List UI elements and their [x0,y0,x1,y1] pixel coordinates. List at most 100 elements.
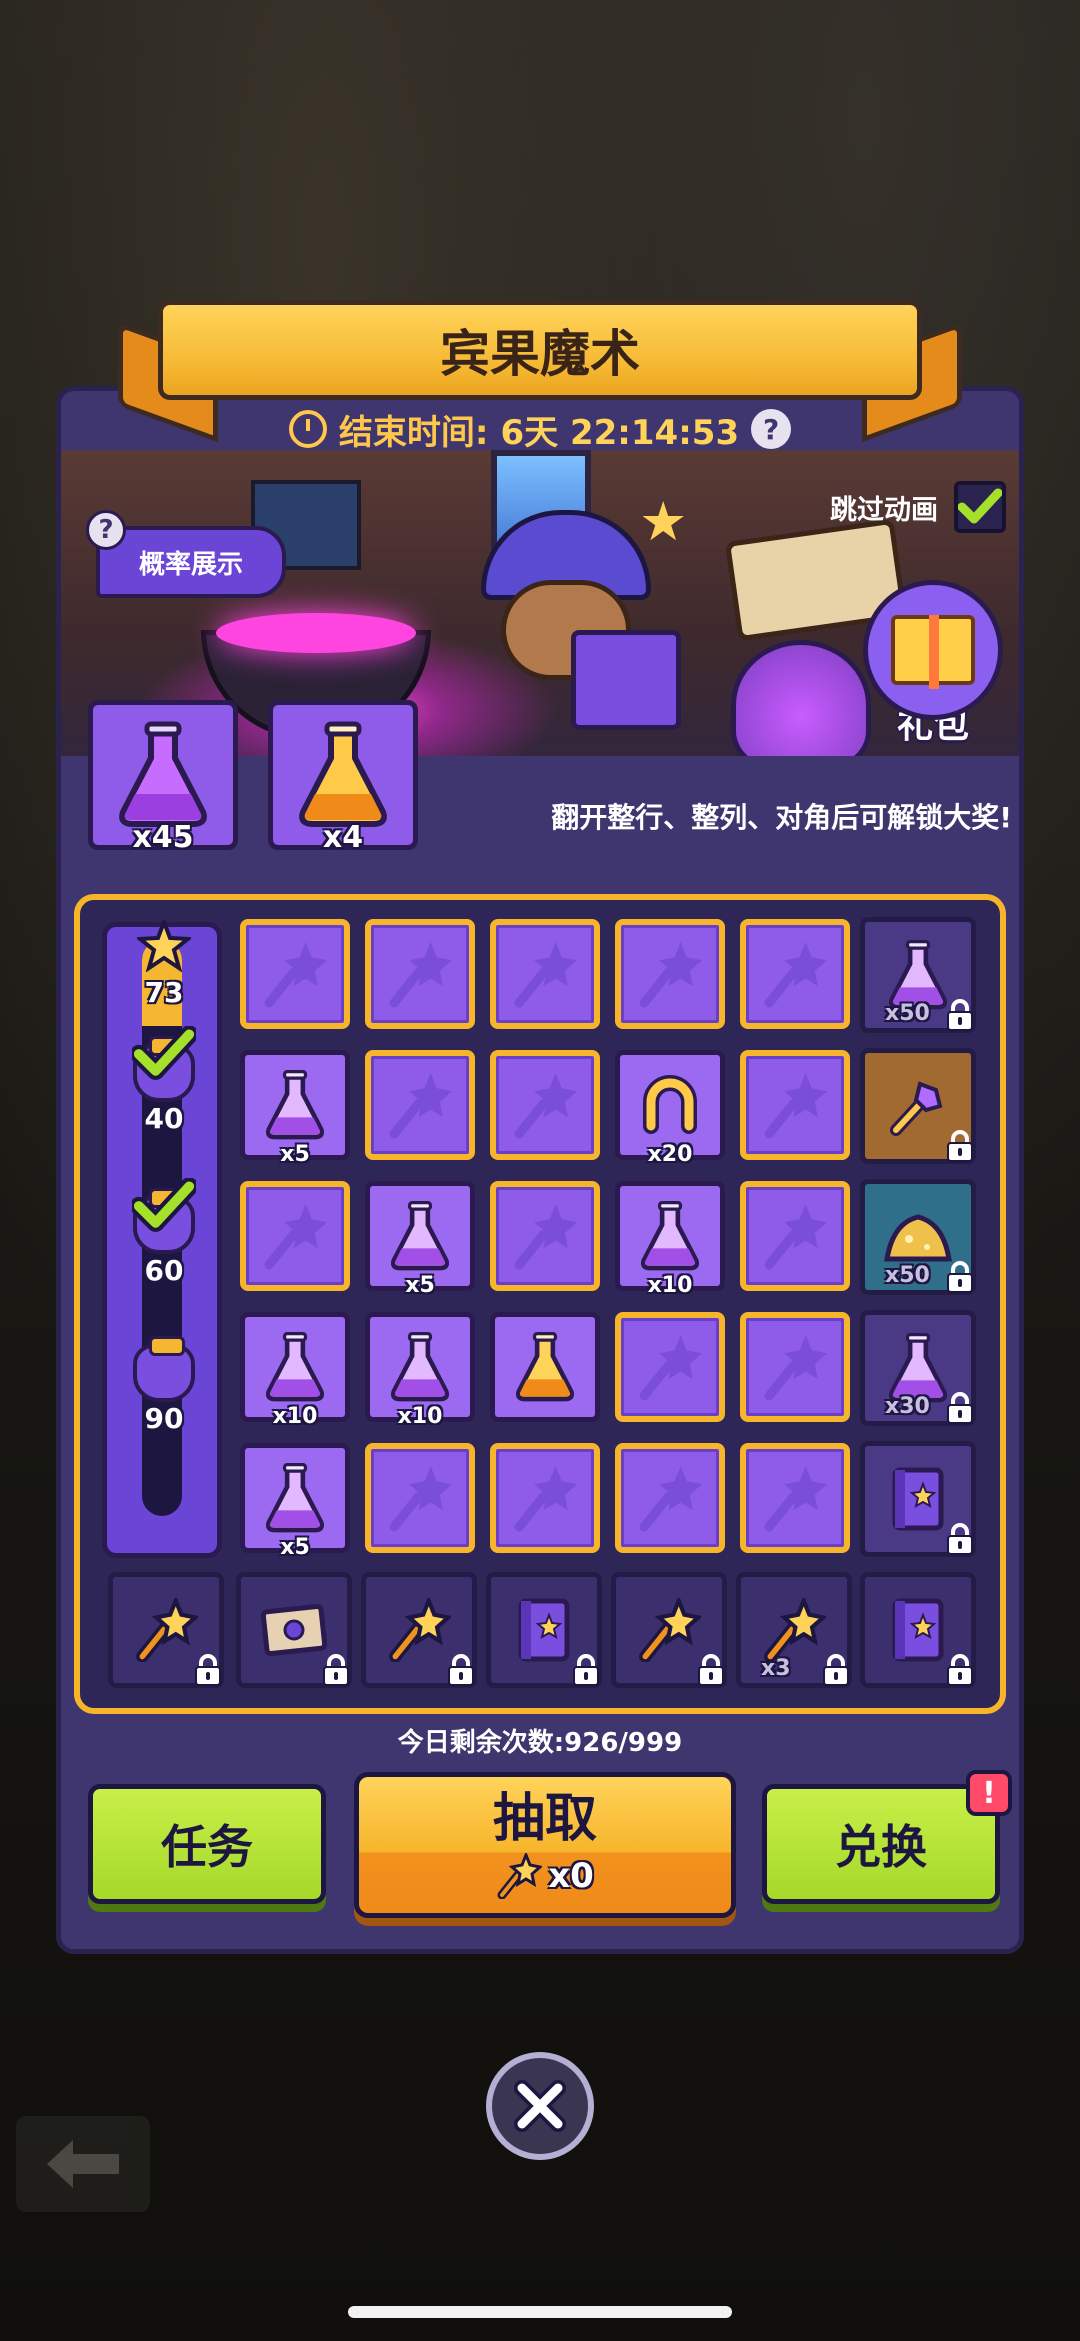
hidden-tile[interactable] [240,919,350,1029]
skip-animation-label: 跳过动画 [830,494,938,526]
hidden-tile[interactable] [740,919,850,1029]
remaining-draws: 今日剩余次数:926/999 [397,1728,683,1758]
help-icon[interactable]: ? [751,409,792,449]
key-scepter-icon [886,1074,950,1138]
orange-potion-slot[interactable]: x4 [268,700,418,855]
revealed-tile[interactable]: x10 [615,1181,725,1298]
tile-count: x10 [397,1404,443,1429]
draw-label: 抽取 [492,1789,597,1850]
faded-wand-icon [760,1463,830,1533]
column-reward[interactable] [361,1572,477,1688]
revealed-tile[interactable]: x5 [240,1050,350,1167]
home-indicator [348,2306,732,2318]
revealed-tile[interactable]: x5 [240,1443,350,1560]
column-reward[interactable]: x3 [736,1572,852,1688]
row-reward[interactable] [860,1048,976,1164]
purple-potion-icon [388,1331,452,1403]
tile-count: x5 [280,1142,310,1167]
hidden-tile[interactable] [615,1443,725,1553]
magic-wand-icon [134,1598,198,1662]
back-arrow-icon [47,2140,119,2188]
hidden-tile[interactable] [740,1312,850,1422]
faded-wand-icon [510,1070,580,1140]
tile-count: x10 [272,1404,318,1429]
column-reward[interactable] [860,1572,976,1688]
revealed-tile[interactable] [490,1312,600,1422]
star-icon [134,916,194,973]
scroll-ticket-icon [259,1603,329,1657]
faded-wand-icon [510,939,580,1009]
hidden-tile[interactable] [365,919,475,1029]
revealed-tile[interactable]: x5 [365,1181,475,1298]
orange-potion-icon [513,1331,577,1403]
exchange-button[interactable]: 兑换 [762,1784,1000,1904]
row-reward[interactable] [860,1441,976,1557]
back-button[interactable] [16,2116,150,2212]
horseshoe-icon [637,1072,703,1138]
faded-wand-icon [385,939,455,1009]
faded-wand-icon [260,1201,330,1271]
tasks-label: 任务 [161,1820,253,1874]
hidden-tile[interactable] [740,1181,850,1291]
row-reward[interactable]: x50 [860,917,976,1033]
hidden-tile[interactable] [365,1050,475,1160]
purple-potion-icon [638,1200,702,1272]
hidden-tile[interactable] [490,1050,600,1160]
hidden-tile[interactable] [615,1312,725,1422]
faded-wand-icon [760,1070,830,1140]
purple-potion-icon [388,1200,452,1272]
column-reward[interactable] [108,1572,224,1688]
magic-wand-icon [497,1852,543,1899]
row-reward[interactable]: x30 [860,1310,976,1426]
tile-count: x10 [647,1273,693,1298]
milestone-60: 60 [124,1177,204,1287]
faded-wand-icon [635,939,705,1009]
milestone-value: 73 [144,976,184,1009]
revealed-tile[interactable]: x10 [240,1312,350,1429]
row-reward[interactable]: x50 [860,1179,976,1295]
exchange-label: 兑换 [835,1820,927,1874]
hidden-tile[interactable] [240,1181,350,1291]
purple-potion-icon [263,1462,327,1534]
skip-animation-toggle[interactable]: 跳过动画 [830,480,1006,534]
purple-potion-icon [119,721,207,827]
probability-label: 概率展示 [138,549,243,580]
question-icon[interactable]: ? [86,510,126,550]
title-ribbon: 宾果魔术 [118,300,962,443]
faded-wand-icon [385,1463,455,1533]
magic-wand-icon [387,1598,451,1662]
skip-animation-checkbox[interactable] [954,481,1006,533]
tile-count: x20 [647,1142,693,1167]
timer-label: 结束时间: [338,412,489,453]
hidden-tile[interactable] [365,1443,475,1553]
hidden-tile[interactable] [740,1443,850,1553]
tasks-button[interactable]: 任务 [88,1784,326,1904]
hidden-tile[interactable] [490,1443,600,1553]
hidden-tile[interactable] [490,919,600,1029]
milestone-value: 40 [144,1102,184,1135]
milestone-73: 73 [124,916,204,1009]
faded-wand-icon [385,1070,455,1140]
draw-cost-value: x0 [548,1855,594,1896]
revealed-tile[interactable]: x10 [365,1312,475,1429]
revealed-tile[interactable]: x20 [615,1050,725,1167]
checkmark-icon [129,1025,199,1086]
magic-book [571,630,681,730]
gift-pack-button[interactable]: 礼包 [860,580,1006,750]
star-icon: ★ [639,490,688,553]
faded-wand-icon [635,1463,705,1533]
exchange-alert-badge: ! [966,1770,1012,1816]
milestone-90: 90 [124,1336,204,1435]
column-reward[interactable] [236,1572,352,1688]
hidden-tile[interactable] [615,919,725,1029]
timer-value: 6天 22:14:53 [500,412,740,453]
purple-potion-slot[interactable]: x45 [88,700,238,855]
flask-decor [731,640,871,756]
hidden-tile[interactable] [740,1050,850,1160]
hidden-tile[interactable] [490,1181,600,1291]
column-reward[interactable] [611,1572,727,1688]
close-button[interactable] [486,2052,594,2160]
column-reward[interactable] [486,1572,602,1688]
draw-button[interactable]: 抽取 x0 [354,1772,736,1918]
gift-circle [863,580,1003,720]
